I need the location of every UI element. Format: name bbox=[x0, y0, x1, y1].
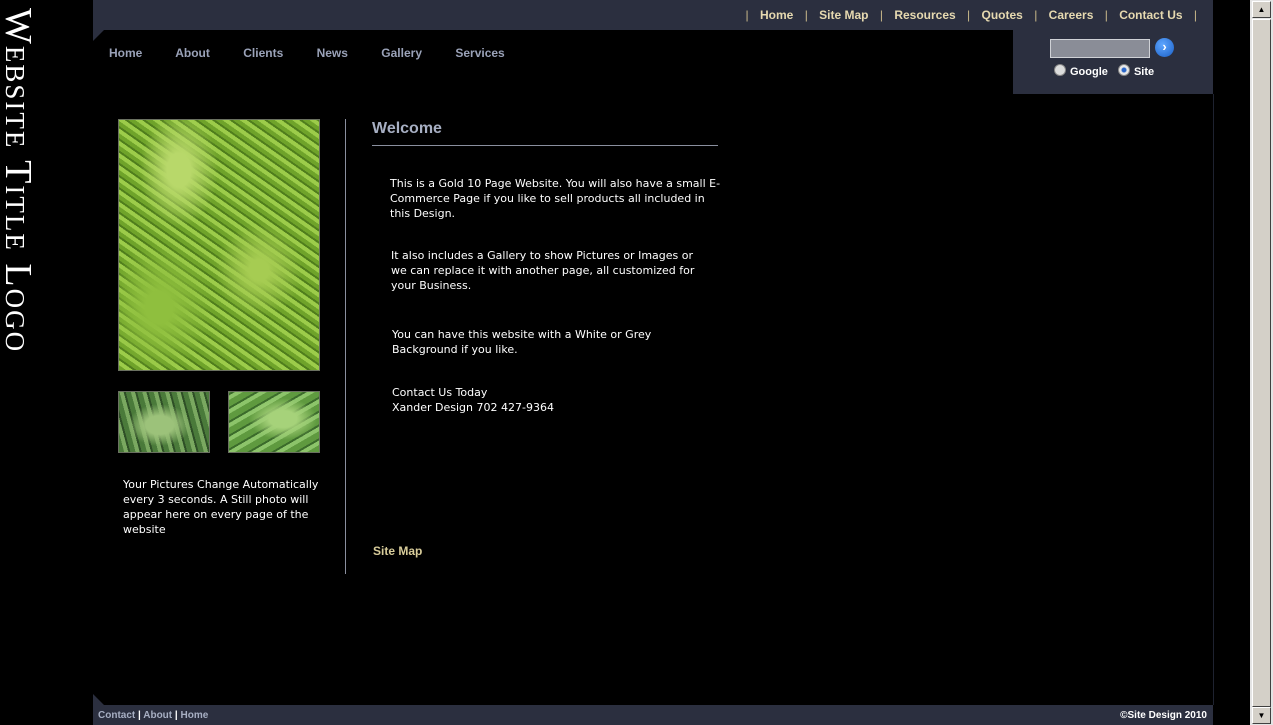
copyright: ©Site Design 2010 bbox=[1120, 710, 1207, 721]
site-logo[interactable]: Website Title Logo bbox=[0, 0, 44, 460]
fern-photo bbox=[118, 119, 320, 371]
search-go-button[interactable]: › bbox=[1155, 38, 1174, 57]
top-nav-home[interactable]: Home bbox=[760, 8, 793, 22]
separator: | bbox=[804, 8, 808, 22]
corner-decoration bbox=[93, 694, 104, 705]
leaf-thumbnail-1[interactable] bbox=[118, 391, 210, 453]
contact-phone: Xander Design 702 427-9364 bbox=[392, 401, 554, 414]
nav-about[interactable]: About bbox=[175, 46, 210, 60]
photo-caption: Your Pictures Change Automatically every… bbox=[123, 478, 319, 536]
footer: Contact | About | Home ©Site Design 2010 bbox=[93, 705, 1213, 725]
logo-text: Website Title Logo bbox=[0, 8, 39, 354]
gallery-paragraph: It also includes a Gallery to show Pictu… bbox=[391, 249, 695, 292]
nav-news[interactable]: News bbox=[317, 46, 348, 60]
top-nav-contact-us[interactable]: Contact Us bbox=[1119, 8, 1182, 22]
main-nav: Home About Clients News Gallery Services bbox=[109, 46, 535, 60]
top-nav-site-map[interactable]: Site Map bbox=[819, 8, 868, 22]
contact-block: Contact Us Today Xander Design 702 427-9… bbox=[392, 385, 672, 415]
top-nav: | Home | Site Map | Resources | Quotes |… bbox=[738, 8, 1205, 22]
radio-site[interactable] bbox=[1117, 64, 1130, 76]
radio-google-label: Google bbox=[1070, 66, 1108, 78]
separator: | bbox=[879, 8, 883, 22]
top-bar: | Home | Site Map | Resources | Quotes |… bbox=[93, 0, 1213, 30]
footer-home[interactable]: Home bbox=[180, 710, 208, 721]
background-paragraph: You can have this website with a White o… bbox=[392, 328, 652, 356]
title-divider bbox=[372, 145, 718, 146]
scrollbar[interactable]: ▲ ▼ bbox=[1250, 0, 1273, 725]
triangle-up-icon: ▲ bbox=[1257, 5, 1266, 14]
separator: | bbox=[967, 8, 971, 22]
scroll-up-button[interactable]: ▲ bbox=[1252, 1, 1271, 18]
page-title: Welcome bbox=[372, 120, 442, 137]
radio-site-label: Site bbox=[1133, 66, 1155, 78]
top-nav-quotes[interactable]: Quotes bbox=[982, 8, 1023, 22]
sitemap-link[interactable]: Site Map bbox=[373, 544, 422, 558]
search-input[interactable] bbox=[1050, 39, 1150, 58]
top-nav-careers[interactable]: Careers bbox=[1049, 8, 1094, 22]
nav-home[interactable]: Home bbox=[109, 46, 142, 60]
footer-contact[interactable]: Contact bbox=[98, 710, 135, 721]
separator: | bbox=[1193, 8, 1197, 22]
nav-clients[interactable]: Clients bbox=[243, 46, 283, 60]
footer-about[interactable]: About bbox=[143, 710, 172, 721]
intro-paragraph: This is a Gold 10 Page Website. You will… bbox=[390, 177, 721, 220]
scroll-thumb[interactable] bbox=[1252, 19, 1271, 707]
corner-decoration bbox=[93, 30, 104, 41]
leaf-thumbnail-2[interactable] bbox=[228, 391, 320, 453]
content-border bbox=[1213, 94, 1214, 705]
nav-gallery[interactable]: Gallery bbox=[381, 46, 422, 60]
search-scope: Google Site bbox=[1054, 64, 1161, 78]
separator: | bbox=[745, 8, 749, 22]
separator: | bbox=[1104, 8, 1108, 22]
search-panel: › Google Site bbox=[1013, 30, 1213, 94]
footer-links: Contact | About | Home bbox=[98, 710, 208, 721]
separator: | bbox=[1034, 8, 1038, 22]
top-nav-resources[interactable]: Resources bbox=[894, 8, 955, 22]
radio-google[interactable] bbox=[1054, 64, 1066, 76]
nav-services[interactable]: Services bbox=[455, 46, 504, 60]
chevron-right-icon: › bbox=[1162, 39, 1167, 54]
scroll-down-button[interactable]: ▼ bbox=[1252, 707, 1271, 724]
triangle-down-icon: ▼ bbox=[1257, 711, 1266, 720]
column-divider bbox=[345, 119, 346, 574]
contact-line: Contact Us Today bbox=[392, 386, 488, 399]
